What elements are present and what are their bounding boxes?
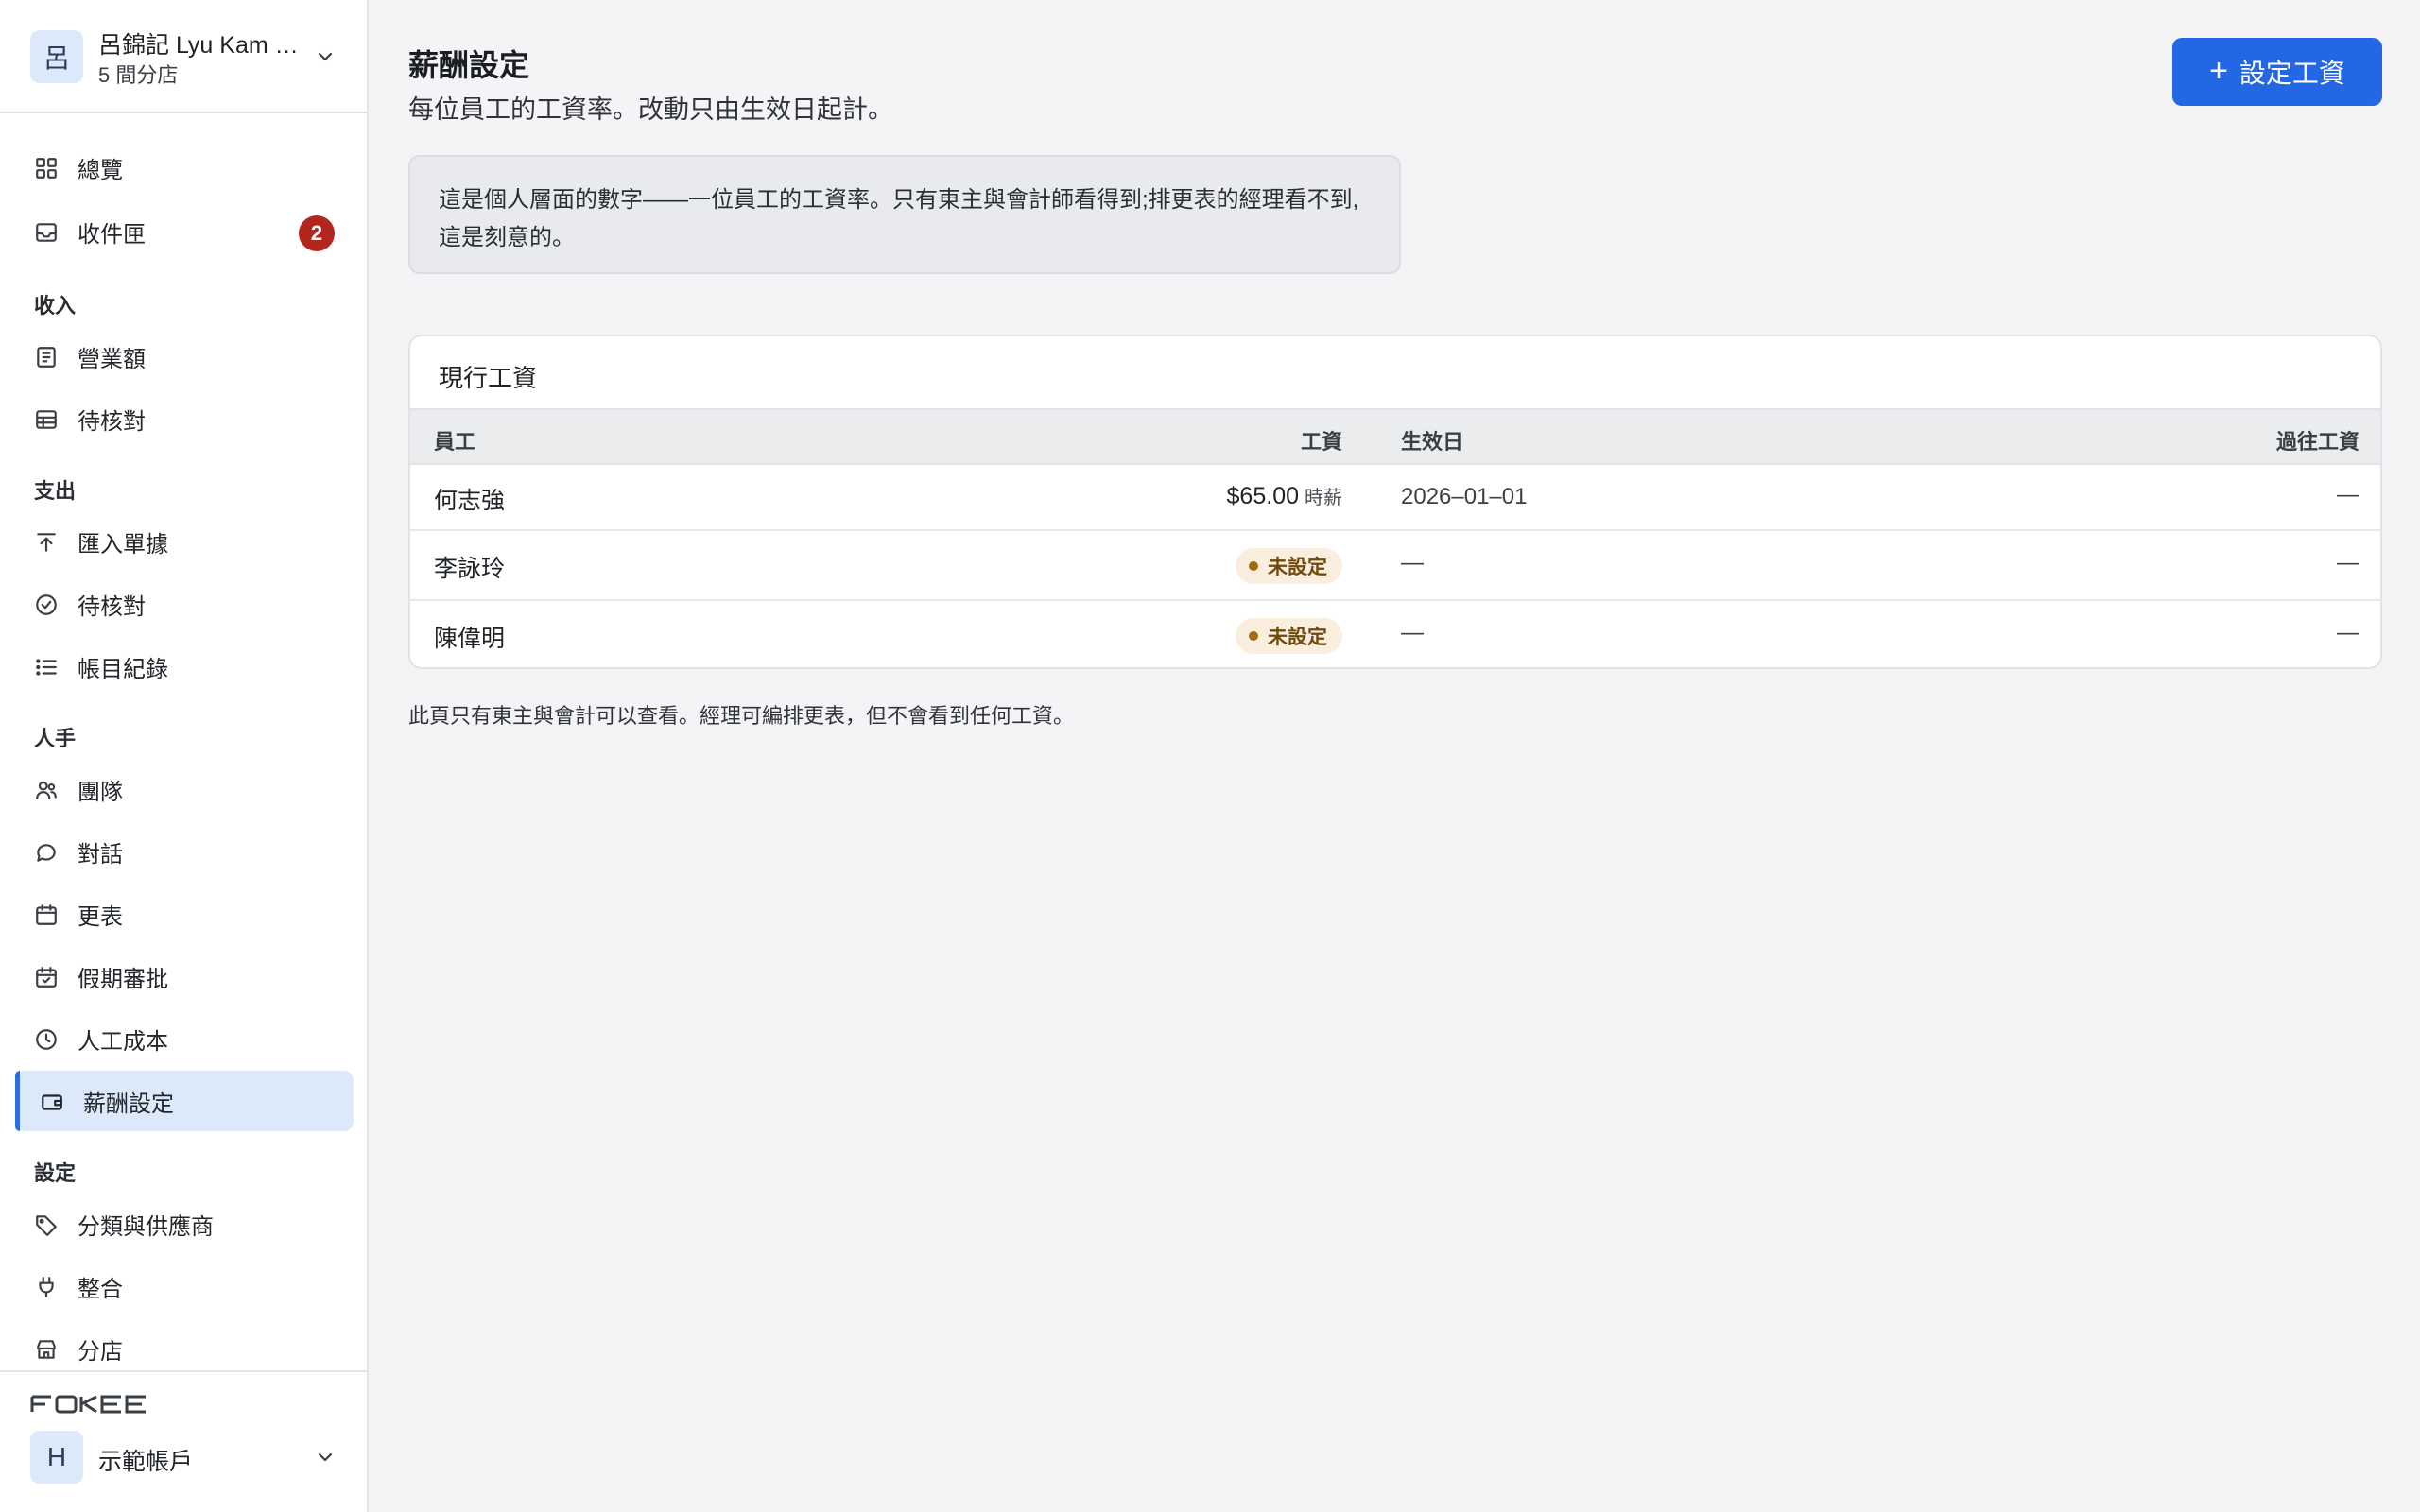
account-name[interactable]: 示範帳戶: [98, 1443, 193, 1477]
sidebar-item-leave[interactable]: 假期審批: [15, 946, 354, 1006]
users-icon: [36, 781, 57, 799]
status-badge-label: 未設定: [1268, 627, 1327, 648]
sidebar-item-import-receipts[interactable]: 匯入單據: [15, 511, 354, 572]
column-header-pay: 工資: [1300, 430, 1342, 454]
status-dot-icon: [1249, 561, 1258, 571]
sidebar-item-payroll[interactable]: 薪酬設定: [15, 1071, 354, 1131]
chevron-down-icon[interactable]: [314, 1446, 337, 1469]
sidebar-item-labour-cost[interactable]: 人工成本: [15, 1008, 354, 1069]
effective-date: —: [1401, 550, 1424, 576]
pay-rate: $65.00 時薪: [1227, 482, 1342, 510]
table-header: 員工 工資 生效日 過往工資: [410, 408, 2380, 465]
section-expense: 支出: [34, 479, 77, 503]
brand-logo: [30, 1395, 146, 1414]
page-subtitle: 每位員工的工資率。改動只由生效日起計。: [408, 95, 893, 124]
table-row[interactable]: 何志強 $65.00 時薪 2026–01–01 —: [410, 465, 2380, 531]
sidebar-item-expense-review[interactable]: 待核對: [15, 574, 354, 634]
pay-history: —: [2337, 482, 2360, 507]
sidebar-item-label: 待核對: [78, 408, 146, 435]
receipt-icon: [37, 347, 56, 368]
employee-name: 何志強: [434, 488, 506, 514]
calendar-check-icon: [36, 967, 57, 988]
table-row[interactable]: 陳偉明 未設定 — —: [410, 601, 2380, 667]
employee-name: 李詠玲: [434, 556, 506, 582]
sidebar-item-rota[interactable]: 更表: [15, 884, 354, 944]
plus-icon: +: [2209, 52, 2228, 89]
sidebar-item-team[interactable]: 團隊: [15, 759, 354, 819]
org-name: 呂錦記 Lyu Kam …: [98, 32, 299, 59]
inbox-count-badge: 2: [299, 215, 335, 251]
sidebar-item-ledger[interactable]: 帳目紀錄: [15, 636, 354, 696]
table-icon: [36, 410, 57, 429]
set-pay-button[interactable]: + 設定工資: [2172, 38, 2382, 106]
section-settings: 設定: [34, 1161, 77, 1185]
sidebar-item-label: 營業額: [78, 346, 146, 372]
card-title: 現行工資: [439, 364, 538, 392]
pay-history: —: [2337, 620, 2360, 645]
sidebar-footer: H 示範帳戶: [0, 1370, 367, 1512]
sidebar-item-label: 總覽: [78, 157, 123, 183]
chat-bubble-icon: [37, 844, 56, 862]
status-badge: 未設定: [1236, 548, 1342, 584]
upload-icon: [37, 533, 56, 552]
chevron-down-icon: [318, 52, 333, 61]
clock-icon: [36, 1029, 57, 1050]
sidebar-item-label: 收件匣: [78, 221, 146, 248]
grid-icon: [36, 158, 57, 179]
pay-amount: $65.00: [1226, 483, 1299, 509]
sidebar-item-integrations[interactable]: 整合: [15, 1256, 354, 1316]
store-icon: [37, 1340, 56, 1359]
sidebar-item-categories[interactable]: 分類與供應商: [15, 1194, 354, 1254]
page-title: 薪酬設定: [408, 48, 530, 82]
sidebar-item-overview[interactable]: 總覽: [15, 137, 354, 198]
set-pay-button-label: 設定工資: [2238, 59, 2345, 88]
sidebar: 呂 呂錦記 Lyu Kam … 5 間分店 總覽 收件匣 2 收入 營業額 待核…: [0, 0, 369, 1512]
sidebar-item-label: 帳目紀錄: [78, 656, 168, 682]
sidebar-item-label: 團隊: [78, 779, 123, 805]
sidebar-item-chat[interactable]: 對話: [15, 821, 354, 882]
column-header-employee: 員工: [434, 430, 476, 454]
sidebar-item-label: 對話: [78, 841, 123, 868]
sidebar-item-label: 假期審批: [78, 966, 168, 992]
sidebar-item-label: 更表: [78, 903, 123, 930]
account-avatar[interactable]: H: [30, 1431, 83, 1484]
column-header-history: 過往工資: [2275, 430, 2360, 454]
sidebar-item-label: 待核對: [78, 593, 146, 620]
org-branch-count: 5 間分店: [98, 63, 179, 87]
sidebar-item-label: 匯入單據: [78, 531, 168, 558]
org-switcher[interactable]: 呂 呂錦記 Lyu Kam … 5 間分店: [0, 0, 367, 113]
privacy-notice: 這是個人層面的數字——一位員工的工資率。只有東主與會計師看得到;排更表的經理看不…: [408, 155, 1401, 274]
org-avatar: 呂: [30, 30, 83, 83]
sidebar-item-label: 整合: [78, 1276, 123, 1302]
sidebar-item-label: 分類與供應商: [78, 1213, 214, 1240]
tag-icon: [36, 1215, 57, 1236]
inbox-icon: [36, 223, 57, 242]
effective-date: 2026–01–01: [1401, 484, 1528, 509]
section-staff: 人手: [34, 727, 77, 750]
plug-icon: [39, 1277, 54, 1297]
sidebar-item-label: 薪酬設定: [83, 1091, 174, 1117]
status-badge-label: 未設定: [1268, 557, 1327, 578]
section-income: 收入: [34, 294, 77, 318]
wallet-icon: [42, 1094, 62, 1110]
pay-history: —: [2337, 550, 2360, 576]
employee-name: 陳偉明: [434, 626, 506, 652]
table-row[interactable]: 李詠玲 未設定 — —: [410, 531, 2380, 601]
current-pay-card: 現行工資 員工 工資 生效日 過往工資 何志強 $65.00 時薪 2026–01…: [408, 335, 2382, 669]
effective-date: —: [1401, 620, 1424, 645]
sidebar-item-income-review[interactable]: 待核對: [15, 388, 354, 449]
check-circle-icon: [36, 594, 57, 615]
status-dot-icon: [1249, 631, 1258, 641]
sidebar-item-label: 分店: [78, 1338, 123, 1365]
sidebar-item-inbox[interactable]: 收件匣 2: [15, 201, 354, 262]
sidebar-item-sales[interactable]: 營業額: [15, 326, 354, 387]
calendar-icon: [36, 904, 57, 925]
access-footnote: 此頁只有東主與會計可以查看。經理可編排更表，但不會看到任何工資。: [408, 704, 1075, 728]
list-icon: [36, 659, 57, 676]
pay-unit: 時薪: [1305, 488, 1342, 508]
sidebar-item-label: 人工成本: [78, 1028, 168, 1055]
status-badge: 未設定: [1236, 618, 1342, 654]
column-header-effective: 生效日: [1401, 430, 1464, 454]
